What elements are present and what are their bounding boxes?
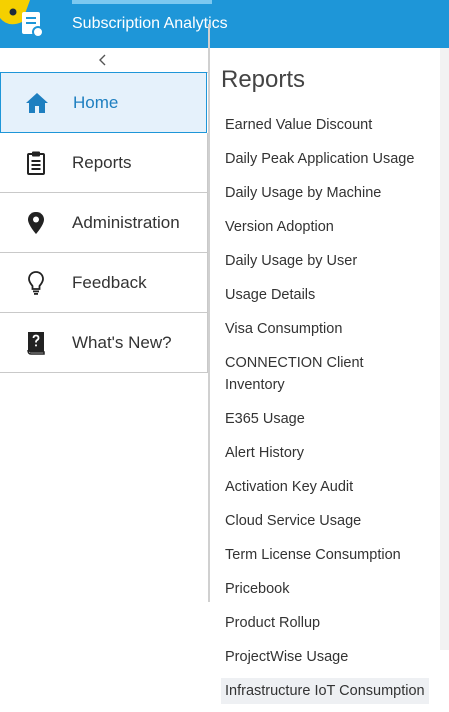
sidebar-item-reports[interactable]: Reports: [0, 133, 208, 193]
report-link[interactable]: Alert History: [221, 440, 429, 466]
sidebar-item-label: Home: [73, 93, 119, 112]
sidebar-item-label: Administration: [72, 213, 180, 232]
report-link[interactable]: Earned Value Discount: [221, 112, 429, 138]
active-tab-indicator: [72, 0, 212, 4]
scrollbar[interactable]: [440, 48, 449, 650]
report-link-highlighted[interactable]: Infrastructure IoT Consumption: [221, 678, 429, 704]
report-link[interactable]: Pricebook: [221, 576, 429, 602]
reports-list: Earned Value Discount Daily Peak Applica…: [221, 112, 429, 712]
sidebar-item-feedback[interactable]: Feedback: [0, 253, 208, 313]
subscription-report-icon: [0, 0, 44, 38]
clipboard-icon: [27, 151, 45, 175]
page-title: Reports: [221, 66, 306, 93]
report-link[interactable]: Cloud Service Usage: [221, 508, 429, 534]
report-link[interactable]: Daily Peak Application Usage: [221, 146, 429, 172]
report-link[interactable]: Term License Consumption: [221, 542, 429, 568]
sidebar-item-label: What's New?: [72, 333, 172, 352]
report-link[interactable]: Visa Consumption: [221, 316, 429, 342]
report-link[interactable]: Activation Key Audit: [221, 474, 429, 500]
lightbulb-icon: [28, 271, 44, 295]
sidebar-item-label: Reports: [72, 153, 132, 172]
app-header: Subscription Analytics: [0, 0, 449, 48]
chevron-left-icon: [99, 54, 106, 66]
report-link[interactable]: CONNECTION Client Inventory: [221, 350, 429, 398]
report-link[interactable]: Daily Usage by Machine: [221, 180, 429, 206]
question-book-icon: [27, 332, 45, 355]
sidebar-divider: [208, 24, 210, 602]
home-icon: [26, 93, 48, 113]
report-link[interactable]: Usage Details: [221, 282, 429, 308]
sidebar-item-home[interactable]: Home: [0, 72, 207, 133]
report-link[interactable]: Product Rollup: [221, 610, 429, 636]
sidebar-item-administration[interactable]: Administration: [0, 193, 208, 253]
report-link[interactable]: Daily Usage by User: [221, 248, 429, 274]
report-link[interactable]: Version Adoption: [221, 214, 429, 240]
reports-panel: Reports Earned Value Discount Daily Peak…: [212, 48, 440, 704]
sidebar-item-label: Feedback: [72, 273, 147, 292]
location-pin-icon: [28, 212, 44, 234]
report-link[interactable]: E365 Usage: [221, 406, 429, 432]
app-logo[interactable]: [0, 0, 56, 48]
report-link[interactable]: ProjectWise Usage: [221, 644, 429, 670]
sidebar-item-whats-new[interactable]: What's New?: [0, 313, 208, 373]
sidebar: Home Reports Administration Feedback Wha…: [0, 48, 208, 650]
collapse-sidebar-button[interactable]: [0, 48, 208, 73]
app-title: Subscription Analytics: [72, 15, 228, 32]
